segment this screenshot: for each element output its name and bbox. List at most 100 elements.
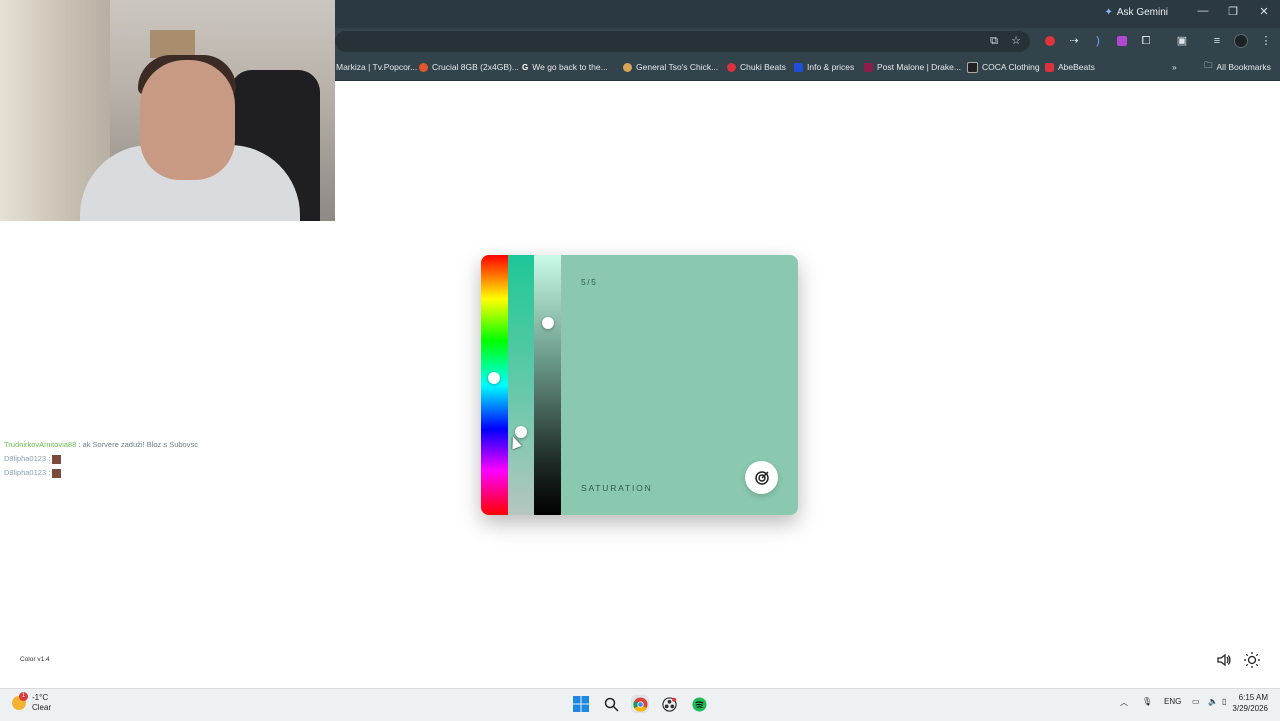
obs-icon: [661, 696, 677, 712]
bookmark-favicon-icon: [727, 62, 736, 72]
restore-button[interactable]: ❐: [1223, 5, 1243, 18]
system-clock[interactable]: 6:15 AM 3/29/2026: [1232, 692, 1268, 714]
bookmark-label: General Tso's Chick...: [636, 62, 719, 72]
bookmark-item[interactable]: Chuki Beats: [727, 61, 786, 73]
weather-moon-icon: 1: [12, 692, 28, 710]
weather-widget[interactable]: 1 -1°C Clear: [12, 692, 52, 713]
webcam-person-head: [140, 60, 235, 180]
bookmark-item[interactable]: AbeBeats: [1045, 61, 1095, 73]
webcam-shelf-box: [150, 30, 195, 58]
chat-message: TrudnirkovAmitovia88 : ak Sorvere zaduži…: [4, 438, 198, 452]
google-icon: G: [522, 62, 529, 72]
chat-text: :: [48, 454, 51, 463]
clock-time: 6:15 AM: [1238, 693, 1268, 702]
app-version: Color v1.4: [20, 656, 50, 663]
media-controls-icon[interactable]: ≡: [1210, 34, 1224, 48]
hue-slider-handle[interactable]: [488, 371, 500, 384]
bookmark-favicon-icon: [623, 62, 632, 72]
network-icon[interactable]: ▭: [1192, 697, 1200, 706]
chat-username: D8lipha0123: [4, 454, 47, 463]
chat-message: D8lipha0123 :: [4, 452, 198, 466]
lightness-slider-handle[interactable]: [542, 317, 554, 329]
bookmark-label: Crucial 8GB (2x4GB)...: [432, 62, 519, 72]
bookmark-item[interactable]: Markiza | Tv.Popcor...: [336, 61, 417, 73]
target-confirm-button[interactable]: [745, 461, 778, 494]
bookmark-item[interactable]: Post Malone | Drake...: [864, 61, 961, 73]
bookmark-item[interactable]: Crucial 8GB (2x4GB)...: [419, 61, 519, 73]
extension-purple-icon[interactable]: [1115, 34, 1129, 48]
ask-gemini-label: Ask Gemini: [1116, 7, 1168, 18]
all-bookmarks-label: All Bookmarks: [1216, 62, 1271, 72]
parameter-label: SATURATION: [581, 483, 653, 493]
bookmark-item[interactable]: Info & prices: [794, 61, 854, 73]
spotify-icon: [691, 696, 707, 712]
language-indicator[interactable]: ENG: [1164, 697, 1181, 706]
clock-date: 3/29/2026: [1232, 704, 1268, 713]
extension-red-icon[interactable]: [1043, 34, 1057, 48]
chat-username: D8lipha0123: [4, 468, 47, 477]
address-bar[interactable]: [335, 31, 1030, 52]
chrome-icon: [632, 696, 648, 712]
volume-icon[interactable]: 🔈: [1208, 697, 1218, 706]
windows-logo-icon: [573, 696, 589, 712]
bookmark-label: AbeBeats: [1058, 62, 1095, 72]
stream-chat: TrudnirkovAmitovia88 : ak Sorvere zaduži…: [4, 438, 198, 480]
bookmark-item[interactable]: COCA Clothing: [967, 61, 1040, 73]
sidebar-icon[interactable]: ▣: [1175, 34, 1189, 48]
theme-toggle-sun-icon[interactable]: [1243, 651, 1261, 669]
bookmarks-overflow-button[interactable]: »: [1172, 61, 1177, 73]
more-menu-icon[interactable]: ⋮: [1259, 34, 1273, 48]
bookmark-item[interactable]: G We go back to the...: [522, 61, 608, 73]
extension-blue-icon[interactable]: ): [1091, 34, 1105, 48]
sound-toggle-icon[interactable]: [1216, 652, 1232, 668]
step-counter: 5/5: [581, 277, 598, 287]
taskbar-search-button[interactable]: [602, 695, 620, 713]
minimize-button[interactable]: —: [1193, 5, 1213, 17]
bookmark-favicon-icon: [794, 62, 803, 72]
chat-text: :: [48, 468, 51, 477]
chat-username: TrudnirkovAmitovia88: [4, 440, 77, 449]
bookmark-label: Chuki Beats: [740, 62, 786, 72]
taskbar-chrome[interactable]: [631, 695, 649, 713]
install-app-icon[interactable]: ⧉: [987, 34, 1001, 48]
bookmark-item[interactable]: General Tso's Chick...: [623, 61, 718, 73]
color-picker-card: 5/5 SATURATION: [481, 255, 798, 515]
bookmark-label: We go back to the...: [532, 62, 608, 72]
battery-icon[interactable]: ▯: [1222, 697, 1226, 706]
double-chevron-right-icon: »: [1172, 62, 1177, 72]
bookmark-favicon-icon: [419, 62, 428, 72]
search-icon: [604, 697, 619, 712]
all-bookmarks-button[interactable]: 🗀 All Bookmarks: [1204, 60, 1271, 73]
weather-description: Clear: [32, 703, 52, 712]
start-button[interactable]: [572, 695, 590, 713]
bookmark-favicon-icon: [1045, 62, 1054, 72]
taskbar-obs[interactable]: [660, 695, 678, 713]
bookmark-label: COCA Clothing: [982, 62, 1040, 72]
extensions-puzzle-icon[interactable]: ⧠: [1139, 34, 1153, 48]
extension-gray-icon[interactable]: ⇢: [1067, 34, 1081, 48]
profile-avatar[interactable]: [1234, 34, 1248, 48]
lightness-slider[interactable]: [534, 255, 561, 515]
bookmark-star-icon[interactable]: ☆: [1009, 34, 1023, 48]
notification-badge: 1: [19, 692, 28, 701]
bookmark-label: Markiza | Tv.Popcor...: [336, 62, 418, 72]
gemini-sparkle-icon: ✦: [1104, 7, 1113, 18]
ask-gemini-button[interactable]: ✦ Ask Gemini: [1104, 7, 1168, 18]
weather-temperature: -1°C: [32, 693, 49, 702]
tray-overflow-chevron-icon[interactable]: ︿: [1120, 697, 1128, 708]
taskbar-spotify[interactable]: [690, 695, 708, 713]
bookmark-label: Info & prices: [807, 62, 855, 72]
microphone-icon[interactable]: 🎙: [1142, 697, 1152, 706]
saturation-slider[interactable]: [508, 255, 534, 515]
hue-slider[interactable]: [481, 255, 508, 515]
chat-emote-icon: [52, 454, 62, 464]
target-icon: [754, 470, 769, 485]
chat-emote-icon: [52, 468, 62, 478]
close-button[interactable]: ✕: [1254, 5, 1274, 18]
bookmark-favicon-icon: [864, 62, 873, 72]
webcam-overlay: [0, 0, 335, 221]
chat-message: D8lipha0123 :: [4, 466, 198, 480]
bookmark-favicon-icon: [967, 61, 978, 73]
folder-icon: 🗀: [1204, 60, 1213, 70]
chat-text: : ak Sorvere zaduži! Bloz s Subovsc: [78, 440, 198, 449]
